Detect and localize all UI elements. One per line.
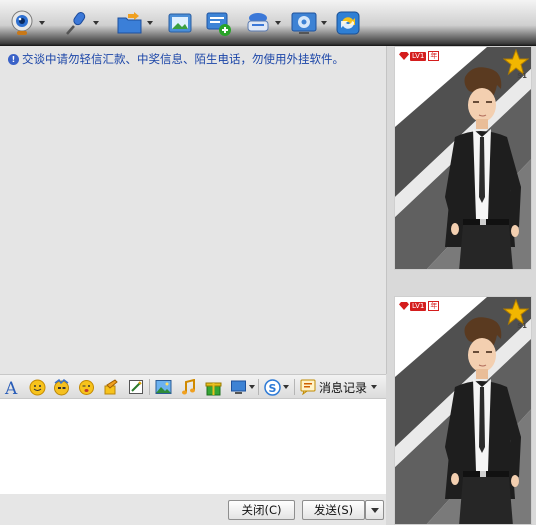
webcam-icon [11,10,33,35]
share-refresh-icon [336,11,360,35]
remote-assist-dropdown-arrow[interactable] [321,21,327,25]
info-icon: ! [8,53,19,65]
wink-icon [79,379,94,395]
annual-badge: 年 [428,51,440,61]
gift-button[interactable] [205,378,222,396]
music-button[interactable] [180,378,197,396]
diamond-icon [399,52,409,60]
image-message-button[interactable] [166,8,194,38]
magic-emoticon-button[interactable] [53,378,70,396]
star-level: S1 [517,322,527,330]
picture-icon [155,380,172,394]
message-history-label: 消息记录 [319,380,368,395]
annual-badge: 年 [428,301,440,311]
security-notice-text: 交谈中请勿轻信汇款、中奖信息、陌生电话，勿使用外挂软件。 [22,52,344,66]
security-notice: ! 交谈中请勿轻信汇款、中奖信息、陌生电话，勿使用外挂软件。 [8,51,344,67]
screen-share-icon [231,380,246,394]
font-button[interactable]: A [4,378,20,396]
input-toolbar: A S 消息记录 [0,374,386,399]
webcam-button[interactable] [8,8,45,38]
scribble-button[interactable] [103,378,120,396]
microphone-button[interactable] [62,8,99,38]
add-app-icon [206,12,231,36]
group-chat-button[interactable] [244,8,281,38]
scribble-icon [104,378,118,394]
avatar-illustration [395,297,531,524]
file-transfer-button[interactable] [116,8,153,38]
microphone-icon [66,12,86,35]
add-app-button[interactable] [204,8,232,38]
avatar-illustration [395,47,531,269]
chat-history-panel[interactable]: ! 交谈中请勿轻信汇款、中奖信息、陌生电话，勿使用外挂软件。 [0,46,387,374]
my-show-avatar[interactable]: LV1 年 S1 [394,296,532,525]
picture-button[interactable] [155,378,172,396]
magic-emoticon-icon [54,378,69,395]
toolbar-divider [258,379,259,395]
webcam-dropdown-arrow[interactable] [39,21,45,25]
emoticon-icon [29,379,46,395]
group-chat-dropdown-arrow[interactable] [275,21,281,25]
screen-share-dropdown-arrow[interactable] [249,385,255,389]
payment-dropdown-arrow[interactable] [283,385,289,389]
screenshot-icon [129,380,143,394]
bottom-action-bar: 关闭(C) 发送(S) [0,494,386,525]
file-transfer-dropdown-arrow[interactable] [147,21,153,25]
payment-icon: S [264,378,281,396]
music-icon [182,378,195,394]
message-history-dropdown-arrow[interactable] [371,385,378,389]
svg-text:S: S [269,382,277,395]
message-input[interactable] [0,399,386,494]
send-button[interactable]: 发送(S) [302,500,365,520]
close-button[interactable]: 关闭(C) [228,500,295,520]
avatar-sidebar: LV1 年 S1 LV1 年 S1 [387,46,536,525]
vip-level-badge: LV1 年 [399,301,440,311]
share-button[interactable] [334,8,362,38]
toolbar-divider [294,379,295,395]
diamond-icon [399,302,409,310]
send-options-dropdown[interactable] [365,500,384,520]
folder-transfer-icon [117,12,142,34]
screen-share-button[interactable] [230,378,255,396]
gift-icon [205,382,222,395]
star-level: S1 [517,72,527,80]
main-toolbar [0,0,536,46]
font-icon: A [4,379,18,396]
friend-show-avatar[interactable]: LV1 年 S1 [394,46,532,270]
toolbar-divider [149,379,150,395]
screenshot-button[interactable] [128,378,144,396]
remote-assist-button[interactable] [290,8,327,38]
image-message-icon [168,13,192,33]
payment-button[interactable]: S [264,378,289,396]
svg-text:A: A [4,379,18,396]
message-history-icon [300,379,316,395]
level-text: LV1 [410,51,427,61]
level-text: LV1 [410,301,427,311]
wink-button[interactable] [78,378,95,396]
vip-level-badge: LV1 年 [399,51,440,61]
emoticon-button[interactable] [29,378,46,396]
microphone-dropdown-arrow[interactable] [93,21,99,25]
group-chat-icon [247,13,269,32]
message-history-button[interactable]: 消息记录 [300,378,378,396]
remote-assist-icon [291,12,317,34]
